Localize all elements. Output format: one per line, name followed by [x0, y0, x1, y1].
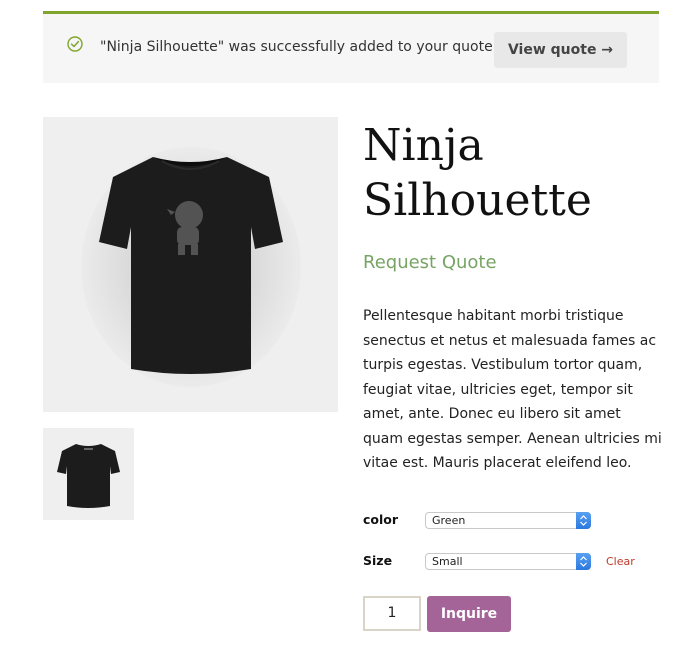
- clear-selection-link[interactable]: Clear: [606, 555, 635, 568]
- quantity-input[interactable]: 1: [363, 596, 421, 631]
- product-title: Ninja Silhouette: [363, 120, 592, 226]
- success-notice: "Ninja Silhouette" was successfully adde…: [43, 11, 659, 83]
- tshirt-front-image: [81, 147, 301, 387]
- product-description: Pellentesque habitant morbi tristique se…: [363, 308, 662, 471]
- color-label: color: [363, 512, 399, 527]
- size-select[interactable]: Small: [425, 553, 591, 570]
- tshirt-back-image: [57, 444, 120, 508]
- product-thumbnail[interactable]: [43, 428, 134, 520]
- view-quote-button[interactable]: View quote →: [494, 32, 627, 68]
- select-arrows-icon: [576, 553, 591, 570]
- size-label: Size: [363, 553, 393, 568]
- check-circle-icon: [67, 36, 83, 52]
- notice-message: "Ninja Silhouette" was successfully adde…: [100, 39, 498, 55]
- size-select-value: Small: [432, 555, 463, 568]
- color-select-value: Green: [432, 514, 466, 527]
- select-arrows-icon: [576, 512, 591, 529]
- inquire-button[interactable]: Inquire: [427, 596, 511, 632]
- product-main-image[interactable]: [43, 117, 338, 412]
- color-select[interactable]: Green: [425, 512, 591, 529]
- product-price-label: Request Quote: [363, 252, 497, 273]
